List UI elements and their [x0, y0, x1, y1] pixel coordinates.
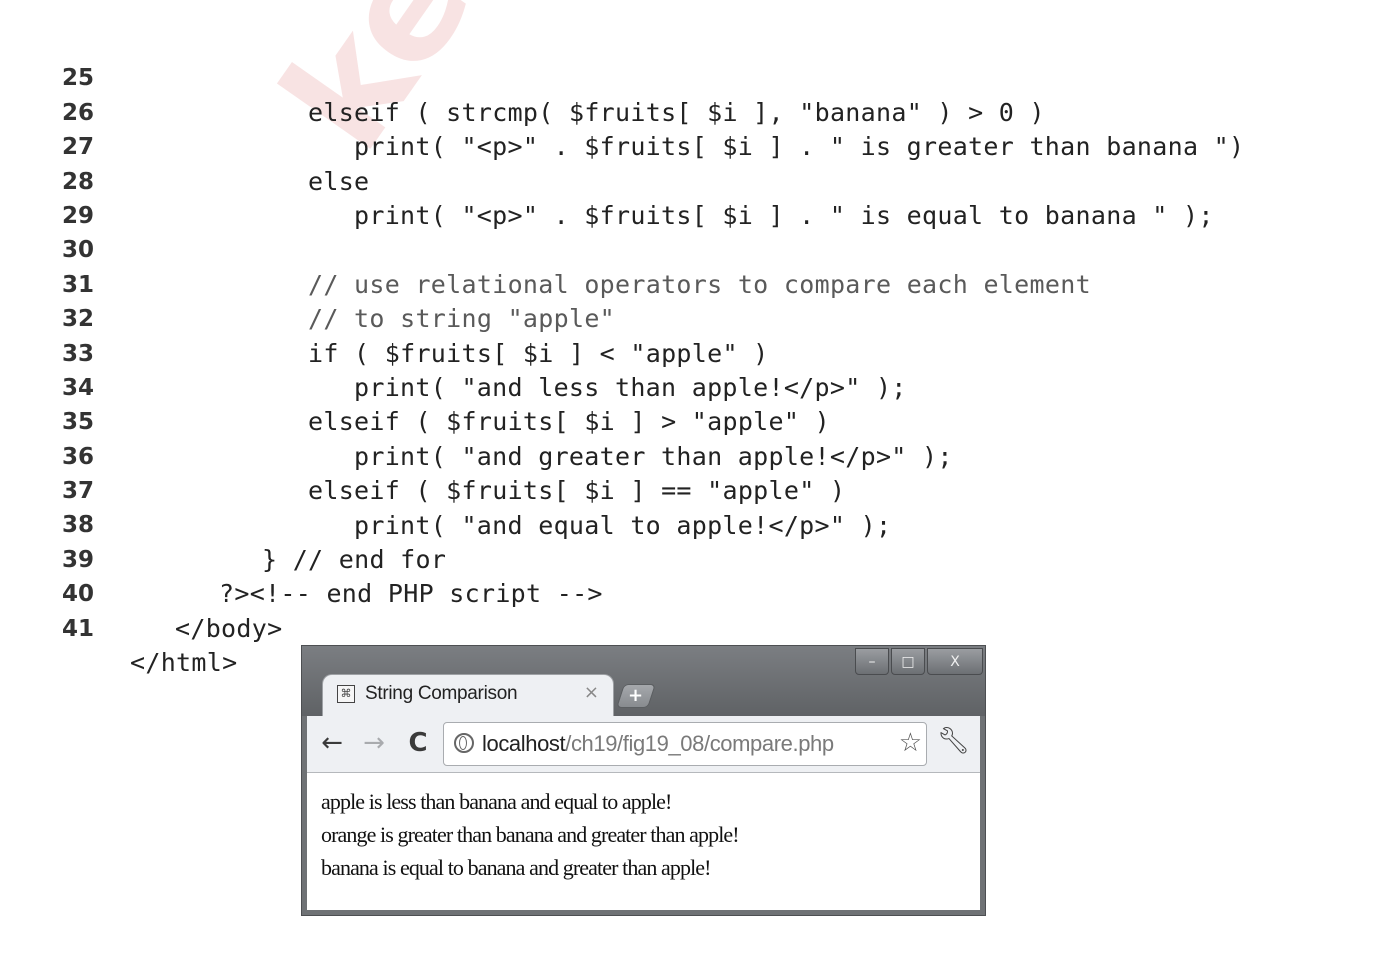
code-line: 35 print( "and greater than apple!</p>" … — [0, 371, 1376, 470]
code-line: 26 print( "<p>" . $fruits[ $i ] . " is g… — [0, 61, 1376, 161]
output-line: orange is greater than banana and greate… — [321, 822, 740, 847]
back-button[interactable]: ← — [315, 726, 349, 760]
new-tab-button[interactable]: + — [616, 684, 656, 708]
line-number: 41 — [62, 615, 95, 642]
url-path: /ch19/fig19_08/compare.php — [565, 731, 834, 756]
code-line: 34 elseif ( $fruits[ $i ] > "apple" ) — [0, 337, 1376, 436]
code-text: </html> — [130, 648, 238, 678]
address-bar[interactable]: localhost/ch19/fig19_08/compare.php ☆ — [443, 722, 927, 766]
code-line: 28 print( "<p>" . $fruits[ $i ] . " is e… — [0, 130, 1376, 230]
code-line: 40 </body> — [0, 543, 1376, 642]
globe-icon — [454, 733, 474, 753]
code-line: 33 print( "and less than apple!</p>" ); — [0, 302, 1376, 402]
code-line: 30 // use relational operators to compar… — [0, 199, 1376, 298]
tab-string-comparison[interactable]: ⌘ String Comparison × — [322, 674, 614, 718]
page-icon: ⌘ — [337, 685, 355, 703]
tab-title: String Comparison — [365, 683, 518, 704]
maximize-button[interactable]: □ — [891, 648, 925, 675]
star-icon[interactable]: ☆ — [899, 728, 922, 758]
browser-window: – □ X ⌘ String Comparison × + ← → C loca… — [301, 645, 986, 916]
wrench-icon[interactable]: 🔧︎ — [937, 726, 970, 756]
code-line: 25 elseif ( strcmp( $fruits[ $i ], "bana… — [0, 27, 1376, 126]
page-content: apple is less than banana and equal to a… — [307, 773, 980, 910]
url-host: localhost — [482, 731, 566, 756]
code-text: </body> — [175, 613, 283, 643]
reload-button[interactable]: C — [401, 726, 435, 760]
code-line: 27 else — [0, 96, 1376, 195]
code-line: 39 ?><!-- end PHP script --> — [0, 508, 1376, 608]
code-line: 38 } // end for — [0, 474, 1376, 573]
title-bar: – □ X ⌘ String Comparison × + — [302, 646, 985, 718]
output-line: banana is equal to banana and greater th… — [321, 855, 711, 880]
plus-icon: + — [628, 685, 644, 706]
url-text[interactable]: localhost/ch19/fig19_08/compare.php — [482, 731, 834, 757]
tab-close-icon[interactable]: × — [584, 682, 599, 703]
code-line: 41 </html> — [0, 577, 1376, 677]
forward-button[interactable]: → — [357, 726, 391, 760]
code-line: 29 — [0, 165, 1376, 229]
code-line: 36 elseif ( $fruits[ $i ] == "apple" ) — [0, 405, 1376, 505]
code-line: 32 if ( $fruits[ $i ] < "apple" ) — [0, 268, 1376, 367]
close-window-button[interactable]: X — [927, 648, 983, 675]
code-line: 37 print( "and equal to apple!</p>" ); — [0, 440, 1376, 539]
minimize-button[interactable]: – — [855, 648, 889, 675]
code-line: 31 // to string "apple" — [0, 233, 1376, 333]
code-listing: 25 elseif ( strcmp( $fruits[ $i ], "bana… — [0, 27, 1376, 677]
browser-toolbar: ← → C localhost/ch19/fig19_08/compare.ph… — [307, 716, 980, 773]
window-controls: – □ X — [853, 648, 983, 675]
output-line: apple is less than banana and equal to a… — [321, 789, 672, 814]
